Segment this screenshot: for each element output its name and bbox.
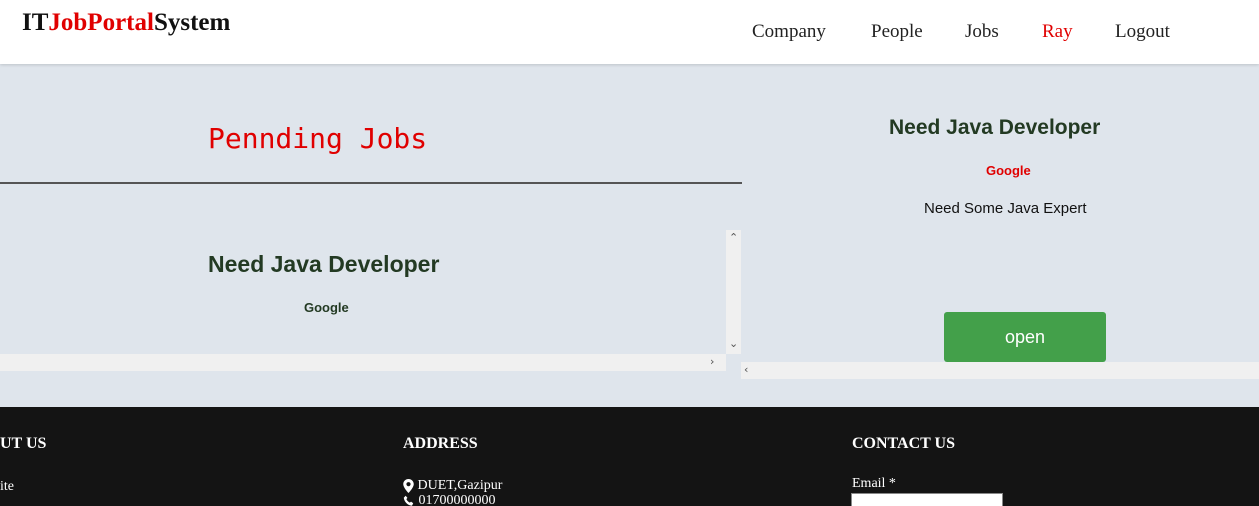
detail-job-title: Need Java Developer <box>889 116 1101 139</box>
phone-icon <box>403 495 414 506</box>
job-list-horizontal-scrollbar[interactable]: › <box>0 354 726 371</box>
scroll-down-icon[interactable]: ⌄ <box>729 337 738 350</box>
brand-part-it: IT <box>22 9 49 36</box>
navbar: ITJobPortalSystem Company People Jobs Ra… <box>0 0 1259 64</box>
footer-location: DUET,Gazipur <box>403 478 502 494</box>
footer-phone: 01700000000 <box>403 493 496 506</box>
nav-jobs[interactable]: Jobs <box>965 21 999 43</box>
email-label: Email * <box>852 476 896 491</box>
footer: UT US ite ADDRESS DUET,Gazipur 017000000… <box>0 407 1259 506</box>
email-field[interactable] <box>851 493 1003 506</box>
job-item-title[interactable]: Need Java Developer <box>208 251 439 278</box>
nav-company[interactable]: Company <box>752 21 826 43</box>
footer-about-heading: UT US <box>0 435 47 452</box>
detail-job-company: Google <box>986 163 1031 178</box>
open-job-button[interactable]: open <box>944 312 1106 362</box>
brand-logo[interactable]: ITJobPortalSystem <box>22 9 230 37</box>
brand-part-jobportal: JobPortal <box>48 9 154 36</box>
nav-user-ray[interactable]: Ray <box>1042 21 1073 43</box>
nav-logout[interactable]: Logout <box>1115 21 1170 43</box>
footer-contact-heading: CONTACT US <box>852 435 955 452</box>
detail-horizontal-scrollbar[interactable]: ‹ <box>741 362 1259 379</box>
scroll-up-icon[interactable]: ⌃ <box>729 231 738 244</box>
pending-job-list[interactable]: Need Java Developer Google ⌃ ⌄ › <box>0 230 741 371</box>
footer-phone-text: 01700000000 <box>418 493 496 506</box>
footer-about-text[interactable]: ite <box>0 479 14 495</box>
scroll-left-icon[interactable]: ‹ <box>744 363 748 376</box>
nav-people[interactable]: People <box>871 21 923 43</box>
detail-job-description: Need Some Java Expert <box>924 200 1087 217</box>
job-list-viewport: Need Java Developer Google <box>0 230 726 354</box>
brand-part-system: System <box>153 9 231 36</box>
footer-address-heading: ADDRESS <box>403 435 478 452</box>
job-item-company: Google <box>304 300 349 315</box>
job-list-vertical-scrollbar[interactable]: ⌃ ⌄ <box>726 230 741 354</box>
scroll-right-icon[interactable]: › <box>710 355 714 368</box>
footer-location-text: DUET,Gazipur <box>417 478 503 493</box>
title-divider <box>0 182 742 184</box>
map-marker-icon <box>403 478 414 493</box>
pending-jobs-title: Pennding Jobs <box>208 122 428 155</box>
